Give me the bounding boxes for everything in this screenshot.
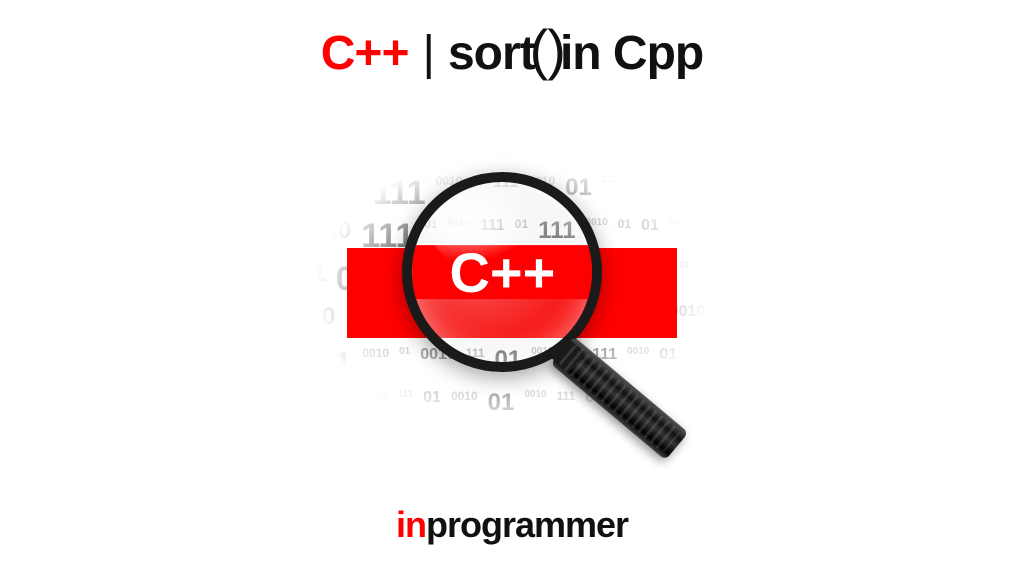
binary-token: 0010 — [489, 432, 542, 463]
binary-token: 01 — [627, 174, 640, 213]
brand-logo: inprogrammer — [396, 504, 628, 546]
binary-token: 111 — [308, 131, 333, 170]
page-title: C++ | sort () in Cpp — [321, 25, 703, 81]
binary-token: 01 — [488, 389, 515, 428]
binary-token: 0010 — [657, 131, 684, 170]
binary-token: 01 — [696, 174, 707, 213]
binary-token: 01 — [432, 432, 450, 463]
binary-token: 01 — [287, 131, 298, 170]
binary-token: 0010 — [362, 346, 389, 385]
binary-token: 111 — [718, 174, 743, 213]
binary-token: 111 — [371, 432, 390, 463]
heading-title: sort () in Cpp — [448, 25, 703, 81]
binary-token: 0010 — [651, 174, 687, 213]
binary-token: 111 — [687, 346, 724, 385]
binary-token: 01 — [423, 389, 441, 428]
heading-title-word: sort — [448, 26, 535, 81]
binary-token: 01 — [544, 131, 557, 170]
binary-token: 01 — [694, 131, 712, 170]
binary-token: 111 — [721, 131, 737, 170]
binary-token: 01 — [679, 260, 690, 299]
binary-token: 111 — [701, 432, 738, 463]
binary-token: 111 — [460, 432, 479, 463]
binary-token: 0010 — [343, 131, 396, 170]
binary-token: 0010 — [524, 389, 546, 428]
hero-illustration: 0111100100100101110101001011100100111101… — [272, 123, 752, 463]
heading-divider: | — [422, 26, 433, 81]
binary-token: 01 — [407, 131, 445, 170]
binary-token: 111 — [701, 217, 726, 256]
binary-token: 0010 — [451, 389, 478, 428]
heading-title-rest: in Cpp — [560, 26, 703, 81]
binary-token: 111 — [398, 389, 414, 428]
binary-token: 0010 — [568, 131, 621, 170]
binary-token: 0010 — [400, 432, 422, 463]
brand-rest: programmer — [426, 504, 628, 545]
binary-token: 01 — [517, 131, 535, 170]
binary-token: 0010 — [361, 389, 388, 428]
binary-token: 111 — [557, 389, 576, 428]
brand-accent: in — [396, 504, 426, 545]
binary-token: 01 — [313, 389, 351, 428]
binary-token: 0010 — [286, 432, 362, 463]
binary-token: 111 — [299, 346, 352, 385]
binary-token: 0010 — [298, 217, 351, 256]
binary-token: 111 — [610, 432, 635, 463]
binary-token: 0010 — [282, 303, 335, 342]
binary-token: 111 — [491, 131, 507, 170]
lens-text: C++ — [449, 240, 555, 305]
binary-token: 01 — [659, 346, 677, 385]
binary-token: 0010 — [454, 131, 481, 170]
binary-token: 01 — [684, 389, 711, 428]
heading-title-paren: () — [530, 22, 565, 78]
heading-lang: C++ — [321, 26, 409, 81]
binary-token: 111 — [602, 174, 618, 213]
binary-token: 01 — [715, 303, 742, 342]
binary-token: 01 — [282, 174, 300, 213]
binary-token: 111 — [700, 260, 725, 299]
binary-token: 111 — [631, 131, 647, 170]
binary-token: 0010 — [309, 174, 362, 213]
binary-token: 01 — [299, 260, 326, 299]
binary-token: 0010 — [573, 432, 600, 463]
magnifier-icon: C++ — [402, 172, 602, 372]
binary-token: 0010 — [627, 346, 649, 385]
binary-token: 01 — [552, 432, 563, 463]
